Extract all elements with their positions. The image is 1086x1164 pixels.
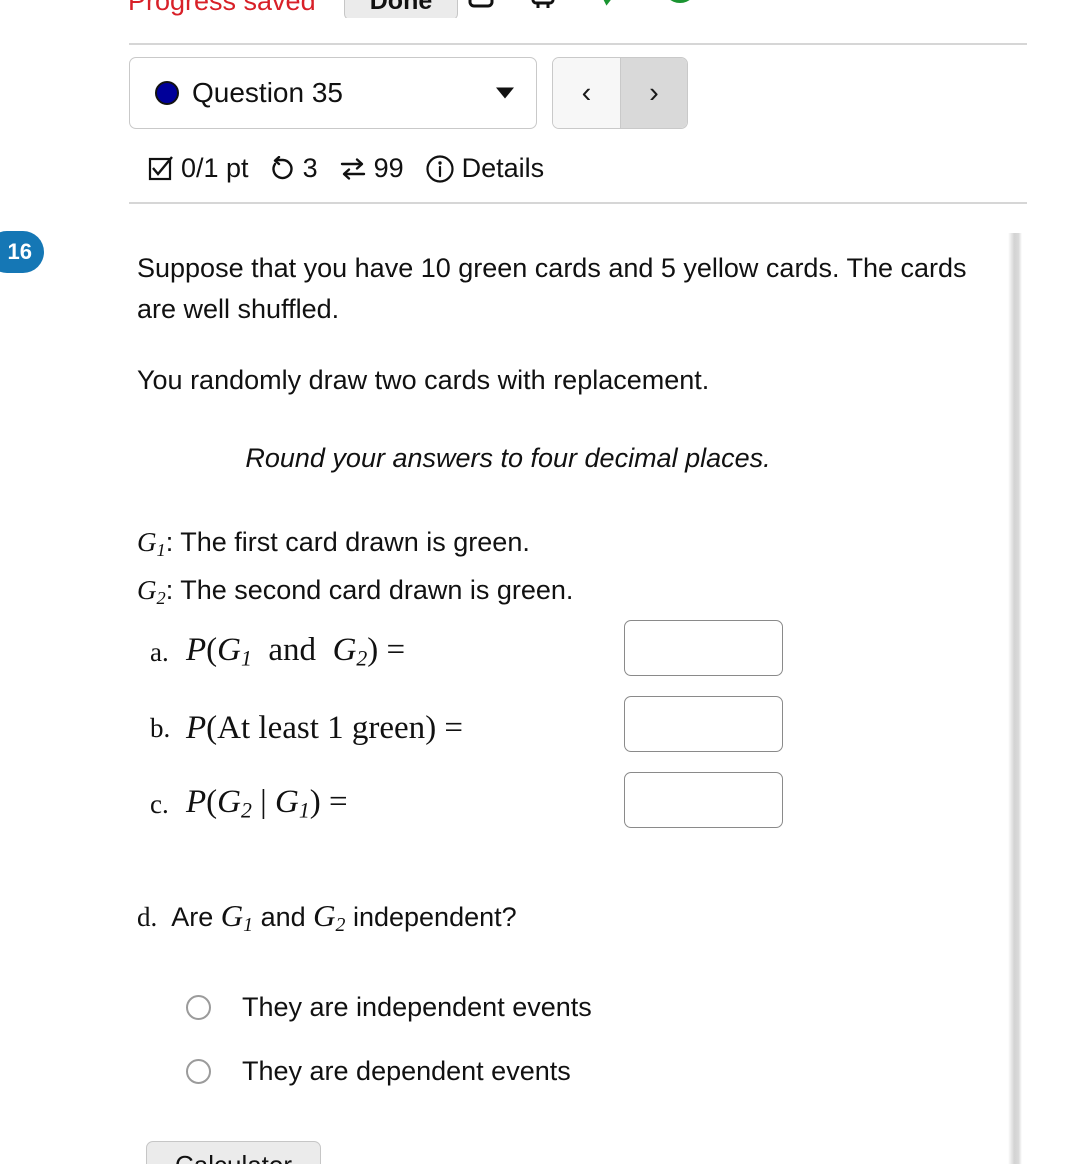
green-toggle-icon[interactable] [640, 0, 690, 16]
chevron-down-icon [496, 87, 514, 99]
question-meta-row: 0/1 pt 3 99 Details [148, 153, 551, 184]
vertical-scrollbar[interactable] [1008, 233, 1022, 1164]
part-c-expression: P(G2 | G1) = [186, 784, 348, 823]
event-definition-2: G2: The second card drawn is green. [137, 570, 1009, 618]
part-b-letter: b. [150, 712, 171, 743]
part-d-middle: and [253, 902, 314, 932]
part-d-g1: G1 [220, 898, 254, 937]
versions-value: 99 [373, 153, 404, 183]
part-d-prefix: Are [171, 902, 221, 932]
answer-input-a[interactable] [624, 620, 783, 676]
part-d-prompt: Are G1 and G2 independent? [171, 898, 516, 937]
done-button[interactable]: Done [344, 0, 458, 18]
part-d-suffix: independent? [345, 902, 517, 932]
top-toolbar: Progress saved Done [0, 0, 1086, 18]
answer-input-b[interactable] [624, 696, 783, 752]
question-number-badge: 16 [0, 231, 44, 273]
question-body: Suppose that you have 10 green cards and… [137, 248, 1009, 618]
g2-symbol: G2 [137, 575, 166, 609]
attempts-value: 3 [302, 153, 318, 183]
green-check-icon[interactable] [596, 0, 626, 16]
radio-button-icon[interactable] [186, 994, 211, 1020]
part-a-expression: P(G1 and G2) = [186, 632, 406, 671]
option-independent-label: They are independent events [242, 991, 592, 1022]
book-icon[interactable] [466, 0, 496, 16]
g1-symbol: G1 [137, 527, 166, 561]
attempts-undo-icon [270, 155, 296, 182]
progress-saved-text: Progress saved [128, 0, 316, 16]
divider-middle [129, 202, 1027, 204]
answer-input-c[interactable] [624, 772, 783, 828]
note-icon[interactable] [726, 0, 756, 16]
question-navigation-row: Question 35 ‹ › [129, 57, 688, 129]
part-d-g2: G2 [313, 898, 346, 937]
part-d-letter: d. [137, 902, 158, 932]
radio-button-icon[interactable] [186, 1058, 211, 1084]
part-b-expression: P(At least 1 green) = [186, 709, 464, 746]
option-dependent-label: They are dependent events [242, 1055, 571, 1086]
question-select-dropdown[interactable]: Question 35 [129, 57, 537, 129]
option-independent[interactable]: They are independent events [186, 975, 592, 1039]
divider-top [129, 43, 1027, 45]
event-definition-1: G1: The first card drawn is green. [137, 522, 1009, 570]
next-question-button[interactable]: › [620, 58, 687, 128]
event-definition-2-text: : The second card drawn is green. [165, 575, 574, 606]
part-c-letter: c. [150, 788, 169, 819]
question-paragraph-2: You randomly draw two cards with replace… [137, 365, 710, 395]
score-checkbox-icon [148, 155, 174, 182]
flag-icon[interactable] [528, 0, 558, 16]
details-link[interactable]: Details [462, 153, 545, 184]
part-d-options: They are independent events They are dep… [186, 975, 592, 1103]
info-circle-icon[interactable] [425, 154, 455, 184]
question-select-label: Question 35 [192, 77, 343, 108]
part-d-row: d. Are G1 and G2 independent? [137, 898, 517, 937]
option-dependent[interactable]: They are dependent events [186, 1039, 592, 1103]
score-value: 0/1 pt [181, 153, 249, 183]
previous-question-button[interactable]: ‹ [553, 58, 620, 128]
versions-swap-icon [339, 156, 367, 182]
question-status-dot-icon [155, 81, 179, 105]
kebab-menu-icon[interactable] [812, 0, 842, 16]
rounding-instruction: Round your answers to four decimal place… [245, 443, 771, 473]
event-definition-1-text: : The first card drawn is green. [165, 527, 530, 557]
calculator-button[interactable]: Calculator [146, 1141, 321, 1164]
question-paragraph-1: Suppose that you have 10 green cards and… [137, 253, 967, 324]
part-a-letter: a. [150, 636, 169, 667]
prev-next-button-group: ‹ › [552, 57, 688, 129]
